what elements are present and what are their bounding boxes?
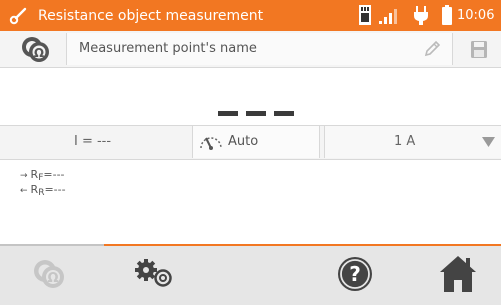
svg-text:Ω: Ω — [47, 271, 58, 286]
settings-icon[interactable] — [128, 250, 184, 300]
chevron-down-icon[interactable] — [482, 137, 495, 147]
help-icon[interactable]: ? — [335, 250, 375, 300]
ohm-icon[interactable]: Ω — [20, 250, 80, 300]
result-dash — [246, 111, 266, 116]
home-icon[interactable] — [438, 250, 478, 300]
svg-text:Ω: Ω — [34, 46, 44, 60]
signal-icon — [379, 9, 397, 24]
result-dash — [218, 111, 238, 116]
range-mode-label: Auto — [228, 134, 259, 149]
toolbar-divider — [0, 244, 104, 246]
arrow-left-icon: ← — [20, 186, 28, 196]
pencil-icon[interactable] — [422, 39, 442, 59]
measurement-point-name-field[interactable]: Measurement point's name — [66, 33, 453, 65]
memory-card-icon — [359, 5, 371, 25]
current-value: I = --- — [74, 134, 112, 149]
clock: 10:06 — [457, 8, 495, 23]
gauge-icon — [200, 137, 222, 150]
current-select-value: 1 A — [394, 134, 416, 149]
toolbar-accent-line — [104, 244, 501, 246]
window-title: Resistance object measurement — [38, 8, 264, 24]
power-plug-icon — [414, 6, 428, 25]
probe-icon — [9, 7, 27, 25]
result-rr: ← RR=--- — [20, 183, 66, 198]
battery-icon — [442, 5, 452, 25]
ohm-icon[interactable]: Ω — [3, 32, 63, 66]
arrow-right-icon: → — [20, 171, 28, 181]
name-placeholder: Measurement point's name — [79, 41, 257, 56]
save-icon[interactable] — [456, 33, 501, 65]
result-dash — [274, 111, 294, 116]
svg-text:?: ? — [349, 262, 361, 286]
